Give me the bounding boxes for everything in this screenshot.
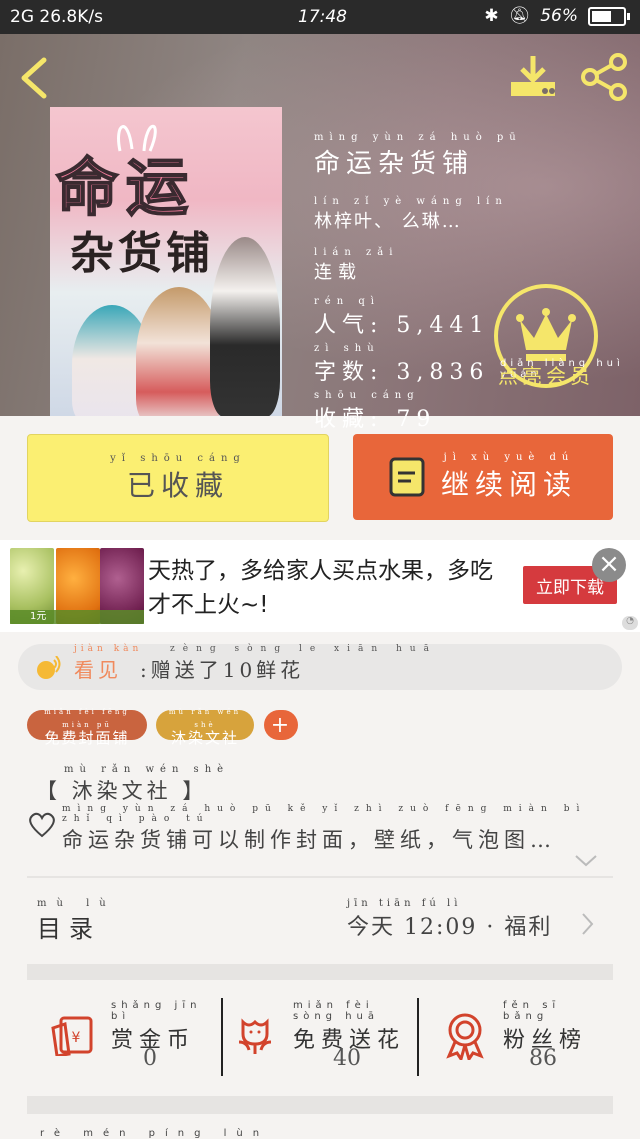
- chevron-down-icon[interactable]: [574, 854, 598, 868]
- svg-text:¥: ¥: [72, 1030, 81, 1046]
- back-arrow-icon[interactable]: [16, 56, 50, 100]
- flower-icon: [238, 1018, 272, 1054]
- notice-text-pinyin: zèng sòng le xiān huā: [170, 644, 437, 654]
- gold-coin-icon: ¥: [51, 1016, 93, 1056]
- bottom-section-pinyin: rè mén píng lùn: [40, 1128, 270, 1139]
- close-icon[interactable]: ×: [592, 548, 626, 582]
- status-pinyin: lián zǎi: [314, 247, 399, 258]
- ad-price-tag: 1元: [30, 611, 47, 622]
- bluetooth-icon: ✱: [484, 6, 499, 26]
- cover-title-top: 命运: [55, 150, 197, 225]
- tag-free-cover[interactable]: miǎn fèi fēng miàn pū 免费封面铺: [27, 708, 147, 745]
- medal-icon: [446, 1013, 484, 1060]
- popularity-row: 人气: 5,441: [314, 307, 522, 339]
- battery-percent: 56%: [540, 6, 578, 26]
- org-pinyin: mù rǎn wén shè: [64, 764, 230, 775]
- stat-pinyin: shǎng jīn bì: [111, 1000, 202, 1022]
- wordcount-pinyin: zì shù: [314, 343, 380, 354]
- popularity-pinyin: rén qì: [314, 296, 380, 307]
- clock: 17:48: [298, 7, 347, 27]
- collected-button[interactable]: yǐ shōu cáng 已收藏: [27, 434, 329, 522]
- favorites-row: 收藏: 79: [314, 401, 522, 433]
- continue-label: 继续阅读: [440, 467, 577, 501]
- vip-label[interactable]: 点亮会员: [498, 360, 594, 389]
- tag-murran-society[interactable]: mù rǎn wén shè 沐染文社: [156, 708, 254, 745]
- wordcount-label: 字数:: [314, 360, 384, 385]
- popularity-value: 5,441: [396, 313, 490, 338]
- book-title: 命运杂货铺: [314, 149, 475, 179]
- favorites-pinyin: shōu cáng: [314, 390, 420, 401]
- author-pinyin: lín zǐ yè wáng lín: [314, 196, 508, 207]
- stat-gold-coin[interactable]: ¥ shǎng jīn bì 赏金币 0: [27, 980, 221, 1096]
- toc-label: 目录: [37, 915, 101, 943]
- wordcount-value: 3,836: [396, 360, 490, 385]
- ad-banner[interactable]: 1元 天热了，多给家人买点水果，多吃才不上火~! 立即下载 × ◔: [0, 540, 640, 632]
- description-body[interactable]: mìng yùn zá huò pū kě yǐ zhì zuò fēng mi…: [62, 804, 622, 854]
- tag-pinyin: miǎn fèi fēng miàn pū: [44, 707, 130, 729]
- org-line: 【 沐染文社 】: [36, 779, 208, 803]
- speaker-icon: [37, 656, 61, 679]
- title-pinyin: mìng yùn zá huò pū: [314, 132, 522, 143]
- notice-label-wrap: jiàn kàn 看见: [74, 644, 142, 683]
- tag-pinyin: mù rǎn wén shè: [168, 707, 242, 729]
- collected-pinyin: yǐ shōu cáng: [110, 452, 246, 464]
- stat-pinyin: miǎn fèi sòng huā: [293, 1000, 379, 1022]
- stat-free-flower[interactable]: miǎn fèi sòng huā 免费送花 40: [223, 980, 417, 1096]
- notice-label-pinyin: jiàn kàn: [74, 644, 143, 654]
- book-cover[interactable]: 命运 杂货铺: [50, 107, 282, 416]
- book-icon: [389, 457, 425, 497]
- stat-value: 0: [143, 1046, 157, 1071]
- network-speed: 2G 26.8K/s: [10, 7, 103, 27]
- toc-latest: 今天 12:09 · 福利: [347, 915, 553, 940]
- collected-label: 已收藏: [126, 468, 229, 502]
- heart-icon: [29, 812, 55, 838]
- notice-text: :赠送了10鲜花: [140, 658, 305, 682]
- stat-label: 粉丝榜: [503, 1028, 588, 1053]
- toc-row[interactable]: mù lù 目录 jīn tiān fú lì 今天 12:09 · 福利: [27, 880, 613, 960]
- stat-pinyin: fěn sī bǎng: [503, 1000, 561, 1022]
- continue-reading-button[interactable]: jì xù yuè dú 继续阅读: [353, 434, 613, 520]
- book-author[interactable]: 林梓叶、 么琳…: [314, 207, 522, 233]
- cover-title-bottom: 杂货铺: [70, 228, 214, 279]
- section-divider: [27, 1096, 613, 1114]
- mute-icon: 🔕︎: [508, 6, 531, 26]
- stat-value: 86: [529, 1046, 557, 1071]
- battery-icon: [588, 6, 630, 26]
- stat-fan-ranking[interactable]: fěn sī bǎng 粉丝榜 86: [419, 980, 613, 1096]
- status-icons: ✱ 🔕︎ 56%: [484, 6, 630, 26]
- toc-latest-pinyin: jīn tiān fú lì: [347, 898, 462, 909]
- cover-figure-right: [210, 237, 280, 416]
- chevron-right-icon: [582, 913, 594, 935]
- toc-pinyin: mù lù: [37, 898, 116, 909]
- book-info: mìng yùn zá huò pū 命运杂货铺 lín zǐ yè wáng …: [314, 132, 522, 433]
- ad-info-icon[interactable]: ◔: [622, 616, 638, 630]
- divider: [27, 876, 613, 878]
- tag-label: 沐染文社: [170, 728, 239, 747]
- continue-pinyin: jì xù yuè dú: [443, 451, 575, 463]
- description-pinyin: mìng yùn zá huò pū kě yǐ zhì zuò fēng mi…: [62, 804, 587, 824]
- ad-price-strip: 1元: [10, 610, 144, 624]
- description-text: 命运杂货铺可以制作封面，壁纸，气泡图…: [62, 828, 556, 852]
- notice-text-wrap: zèng sòng le xiān huā :赠送了10鲜花: [140, 644, 437, 683]
- stat-value: 40: [333, 1046, 361, 1071]
- favorites-label: 收藏:: [314, 407, 384, 432]
- gift-notice[interactable]: jiàn kàn 看见 zèng sòng le xiān huā :赠送了10…: [18, 644, 622, 690]
- section-divider: [27, 964, 613, 980]
- description-org: mù rǎn wén shè 【 沐染文社 】: [36, 764, 229, 805]
- favorites-value: 79: [396, 407, 437, 432]
- tag-label: 免费封面铺: [44, 728, 130, 747]
- stats-row: ¥ shǎng jīn bì 赏金币 0 miǎn fèi sòng huā 免…: [27, 980, 613, 1096]
- popularity-label: 人气:: [314, 313, 384, 338]
- ad-text: 天热了，多给家人买点水果，多吃才不上火~!: [148, 558, 493, 618]
- wordcount-row: 字数: 3,836: [314, 354, 522, 386]
- share-icon[interactable]: [580, 52, 630, 102]
- status-bar: 2G 26.8K/s 17:48 ✱ 🔕︎ 56%: [0, 0, 640, 34]
- download-icon[interactable]: [508, 54, 558, 100]
- add-tag-button[interactable]: +: [264, 710, 298, 740]
- stat-label: 赏金币: [111, 1028, 196, 1053]
- book-status: 连载: [314, 262, 362, 283]
- notice-label: 看见: [74, 658, 122, 682]
